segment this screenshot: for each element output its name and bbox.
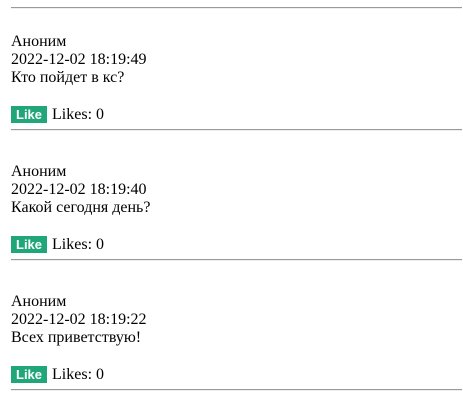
post-item: Аноним 2022-12-02 18:19:40 Какой сегодня… — [11, 163, 451, 253]
post-author: Аноним — [11, 33, 67, 50]
likes-count: Likes: 0 — [52, 106, 105, 123]
post-text: Кто пойдет в кс? — [11, 69, 125, 86]
likes-count: Likes: 0 — [52, 236, 105, 253]
post-author: Аноним — [11, 293, 67, 310]
post-timestamp: 2022-12-02 18:19:40 — [11, 181, 147, 198]
post-timestamp: 2022-12-02 18:19:22 — [11, 311, 147, 328]
likes-count: Likes: 0 — [52, 366, 105, 383]
like-row: Like Likes: 0 — [11, 106, 104, 123]
post-item: Аноним 2022-12-02 18:19:22 Всех приветст… — [11, 293, 451, 383]
like-row: Like Likes: 0 — [11, 236, 104, 253]
post-author: Аноним — [11, 163, 67, 180]
post-text: Всех приветствую! — [11, 329, 142, 346]
post-timestamp: 2022-12-02 18:19:49 — [11, 51, 147, 68]
like-button[interactable]: Like — [11, 366, 48, 383]
like-button[interactable]: Like — [11, 236, 48, 253]
divider — [11, 389, 462, 391]
post-text: Какой сегодня день? — [11, 199, 151, 216]
like-button[interactable]: Like — [11, 106, 48, 123]
post-item: Аноним 2022-12-02 18:19:49 Кто пойдет в … — [11, 33, 451, 123]
divider — [11, 7, 462, 9]
divider — [11, 129, 462, 131]
divider — [11, 259, 462, 261]
like-row: Like Likes: 0 — [11, 366, 104, 383]
